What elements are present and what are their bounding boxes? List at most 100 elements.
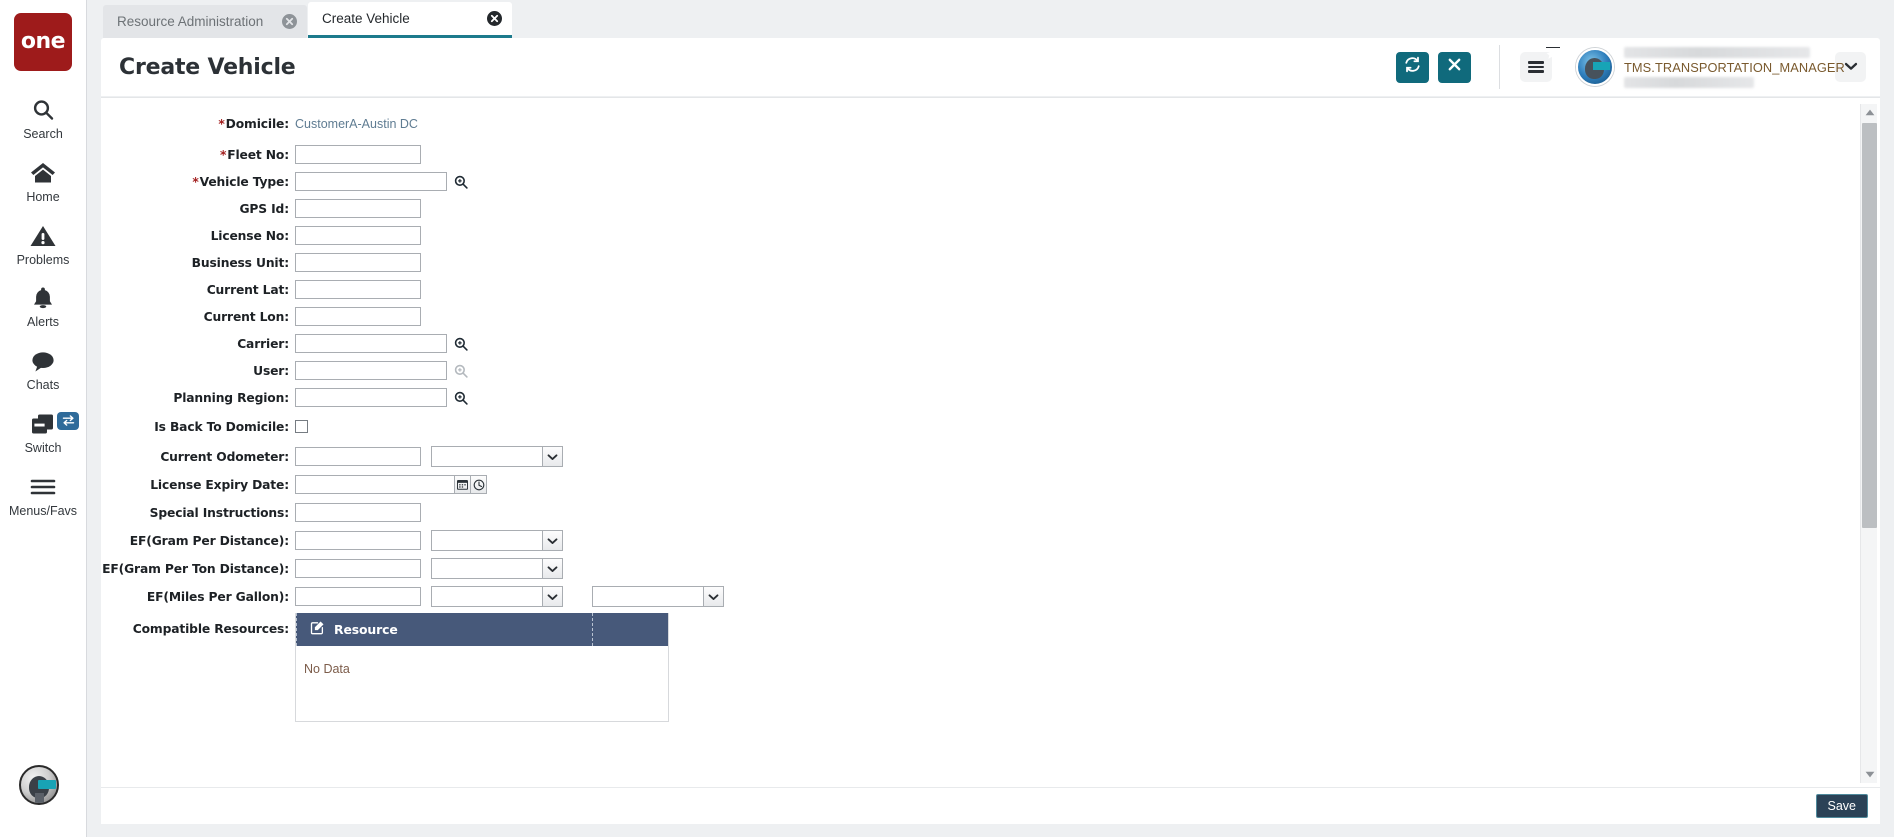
field-row-user: User: (101, 359, 1852, 382)
ef-gram-per-ton-distance-unit-select[interactable] (431, 558, 563, 579)
field-control (295, 334, 468, 353)
ef-miles-per-gallon-unit2-select[interactable] (592, 586, 724, 607)
planning-region-search-icon[interactable] (453, 390, 468, 405)
compatible-resources-grid: Resource No Data (295, 613, 669, 722)
brand-logo-text: one (20, 29, 66, 54)
carrier-search-icon[interactable] (453, 336, 468, 351)
tab-close-icon[interactable] (487, 11, 502, 26)
page-title: Create Vehicle (119, 54, 296, 80)
tab-bar: Resource Administration Create Vehicle (87, 0, 1894, 38)
tab-create-vehicle[interactable]: Create Vehicle (308, 2, 512, 38)
ef-miles-per-gallon-unit-select[interactable] (431, 586, 563, 607)
license-no-input[interactable] (295, 226, 421, 245)
sidebar-item-problems[interactable]: Problems (0, 213, 86, 276)
business-unit-input[interactable] (295, 253, 421, 272)
scroll-up-arrow-icon[interactable] (1861, 104, 1878, 121)
field-label-text: License No (210, 228, 285, 243)
tab-resource-administration[interactable]: Resource Administration (103, 5, 307, 38)
header-menu-button[interactable] (1520, 46, 1561, 82)
sidebar-item-home[interactable]: Home (0, 150, 86, 213)
sidebar-item-switch[interactable]: Switch (0, 401, 86, 464)
grid-empty-message: No Data (304, 662, 350, 676)
tab-label: Resource Administration (117, 14, 264, 29)
field-label: EF(Gram Per Distance): (129, 533, 289, 548)
sidebar-item-alerts[interactable]: Alerts (0, 275, 86, 338)
field-label: Special Instructions: (149, 505, 289, 520)
chat-bubble-icon (30, 347, 56, 375)
header-user-avatar[interactable] (1576, 48, 1614, 86)
current-lon-input[interactable] (295, 307, 421, 326)
ef-gram-per-distance-input[interactable] (295, 531, 421, 550)
sidebar-item-label: Switch (24, 440, 62, 455)
field-row-fleet-no: *Fleet No: (101, 143, 1852, 166)
close-button[interactable] (1438, 51, 1471, 83)
save-button[interactable]: Save (1815, 794, 1868, 818)
sidebar-nav: Search Home Problems Alerts Chats Switch… (0, 87, 86, 526)
redacted-line-bottom (1624, 76, 1754, 88)
field-label: Business Unit: (191, 255, 289, 270)
calendar-icon[interactable] (454, 475, 471, 494)
grid-header-cell-resource[interactable]: Resource (296, 613, 592, 646)
chevron-down-icon[interactable] (703, 586, 724, 607)
clock-icon[interactable] (470, 475, 487, 494)
current-odometer-input[interactable] (295, 447, 421, 466)
sidebar-item-menus-favs[interactable]: Menus/Favs (0, 464, 86, 527)
field-row-carrier: Carrier: (101, 332, 1852, 355)
user-name-label: TMS.TRANSPORTATION_MANAGER (1624, 59, 1845, 75)
field-control (295, 475, 487, 494)
current-odometer-unit-select[interactable] (431, 446, 563, 467)
ef-gram-per-distance-unit-select[interactable] (431, 530, 563, 551)
sidebar-item-label: Problems (16, 252, 70, 267)
field-row-is-back-to-domicile: Is Back To Domicile: (101, 415, 1852, 438)
grid-body: No Data (296, 646, 668, 721)
field-row-ef-miles-per-gallon: EF(Miles Per Gallon): (101, 585, 1852, 608)
form-vertical-scrollbar[interactable] (1860, 104, 1877, 783)
edit-pencil-icon[interactable] (310, 620, 325, 640)
brand-logo[interactable]: one (14, 13, 72, 71)
field-label: Carrier: (237, 336, 289, 351)
vehicle-type-input[interactable] (295, 172, 447, 191)
sidebar-item-chats[interactable]: Chats (0, 338, 86, 401)
chevron-down-icon[interactable] (542, 586, 563, 607)
ef-gram-per-ton-distance-input[interactable] (295, 559, 421, 578)
carrier-input[interactable] (295, 334, 447, 353)
tab-close-icon[interactable] (282, 14, 297, 29)
field-label-text: Current Lat (206, 282, 285, 297)
chevron-down-icon[interactable] (542, 530, 563, 551)
sidebar-item-search[interactable]: Search (0, 87, 86, 150)
field-label: EF(Gram Per Ton Distance): (102, 561, 289, 576)
vehicle-type-search-icon[interactable] (453, 174, 468, 189)
field-label-text: Vehicle Type (199, 174, 285, 189)
chevron-down-icon[interactable] (542, 558, 563, 579)
field-label: *Domicile: (218, 116, 289, 131)
is-back-to-domicile-checkbox[interactable] (295, 420, 308, 433)
chevron-down-icon[interactable] (542, 446, 563, 467)
warning-triangle-icon (30, 222, 56, 250)
sidebar-user-avatar[interactable] (19, 765, 59, 805)
license-expiry-date-input[interactable] (295, 475, 455, 494)
field-label: GPS Id: (239, 201, 289, 216)
field-row-current-lat: Current Lat: (101, 278, 1852, 301)
scrollbar-thumb[interactable] (1862, 123, 1877, 528)
sidebar-item-label: Menus/Favs (8, 503, 78, 518)
form-footer: Save (101, 787, 1880, 824)
field-row-ef-gram-per-ton-distance: EF(Gram Per Ton Distance): (101, 557, 1852, 580)
refresh-button[interactable] (1396, 51, 1429, 83)
fleet-no-input[interactable] (295, 145, 421, 164)
field-row-current-odometer: Current Odometer: (101, 445, 1852, 468)
field-label: License Expiry Date: (150, 477, 289, 492)
field-row-license-expiry-date: License Expiry Date: (101, 473, 1852, 496)
special-instructions-input[interactable] (295, 503, 421, 522)
domicile-value-link[interactable]: CustomerA-Austin DC (295, 117, 418, 131)
field-control (295, 503, 421, 522)
gps-id-input[interactable] (295, 199, 421, 218)
planning-region-input[interactable] (295, 388, 447, 407)
current-lat-input[interactable] (295, 280, 421, 299)
scroll-down-arrow-icon[interactable] (1861, 766, 1878, 783)
form-scroll-area: *Domicile: CustomerA-Austin DC *Fleet No… (101, 112, 1852, 787)
user-input[interactable] (295, 361, 447, 380)
field-control: CustomerA-Austin DC (295, 117, 418, 131)
ef-miles-per-gallon-input[interactable] (295, 587, 421, 606)
required-asterisk: * (219, 147, 227, 162)
swap-arrows-icon[interactable] (57, 411, 79, 430)
